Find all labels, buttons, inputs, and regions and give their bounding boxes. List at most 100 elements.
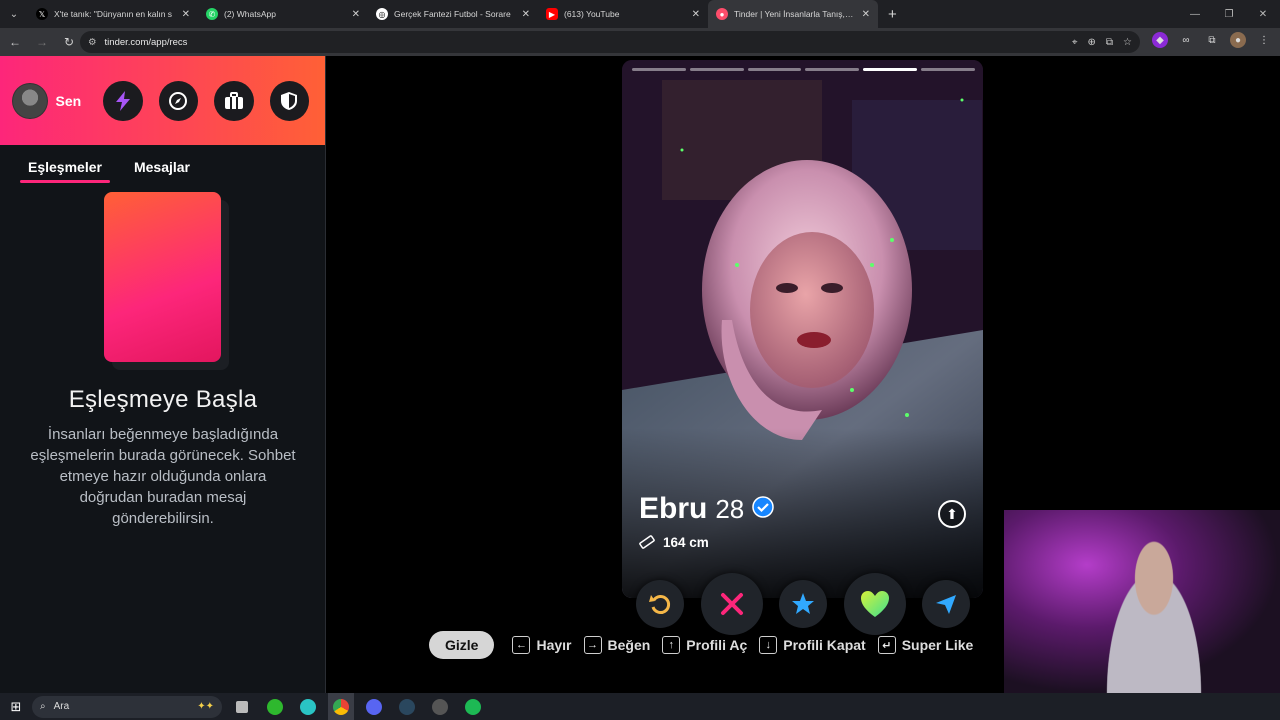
browser-tab[interactable]: ▶ (613) YouTube ✕ [538, 0, 708, 28]
whatsapp-icon: ✆ [206, 8, 218, 20]
close-tab-icon[interactable]: ✕ [352, 9, 360, 20]
work-mode-button[interactable] [214, 80, 254, 121]
profile-height: 164 cm [663, 534, 709, 550]
boost-button[interactable] [103, 80, 143, 121]
safety-button[interactable] [269, 80, 310, 121]
install-app-icon[interactable]: ⧉ [1106, 37, 1113, 48]
streamer-figure [1094, 540, 1214, 693]
x-logo-icon: 𝕏 [36, 8, 48, 20]
profile-height-row: 164 cm [639, 534, 709, 550]
url-field[interactable]: ⚙ tinder.com/app/recs ⌖ ⊕ ⧉ ☆ [80, 31, 1140, 53]
close-window-icon[interactable]: ✕ [1246, 0, 1280, 28]
youtube-icon: ▶ [546, 8, 558, 20]
tab-matches[interactable]: Eşleşmeler [20, 159, 110, 183]
boost-send-button[interactable] [922, 580, 970, 628]
sorare-icon: ◎ [376, 8, 388, 20]
like-button[interactable] [843, 573, 906, 635]
reload-icon[interactable]: ↻ [57, 30, 81, 54]
taskbar-search[interactable]: ⌕ Ara ✦✦ [32, 695, 222, 718]
tab-title: (613) YouTube [564, 9, 620, 19]
close-x-icon [720, 593, 743, 615]
super-like-button[interactable] [779, 580, 827, 628]
restore-icon[interactable]: ❐ [1212, 0, 1246, 28]
tab-messages[interactable]: Mesajlar [134, 159, 190, 180]
menu-icon[interactable]: ⋮ [1256, 32, 1272, 48]
shortcut-nope: ← Hayır [512, 636, 572, 654]
forward-icon[interactable]: → [30, 30, 54, 54]
site-info-icon[interactable]: ⚙ [88, 37, 97, 48]
shortcut-like: → Beğen [583, 636, 650, 654]
obs-icon[interactable] [427, 693, 453, 720]
minimize-icon[interactable]: — [1178, 0, 1212, 28]
avatar[interactable] [12, 82, 48, 119]
rewind-icon [649, 595, 671, 614]
tab-title: X'te tanık: "Dünyanın en kalın s [54, 9, 173, 19]
arrow-left-key-icon: ← [512, 636, 531, 654]
profile-name-row: Ebru 28 [639, 492, 775, 526]
shortcut-label: Profili Kapat [783, 637, 866, 653]
close-tab-icon[interactable]: ✕ [862, 9, 870, 20]
steam-icon[interactable] [394, 693, 420, 720]
close-tab-icon[interactable]: ✕ [182, 9, 190, 20]
task-view-icon[interactable] [229, 693, 255, 720]
browser-tab[interactable]: ◎ Gerçek Fantezi Futbol - Sorare ✕ [368, 0, 538, 28]
tab-title: Gerçek Fantezi Futbol - Sorare [394, 9, 511, 19]
extensions-puzzle-icon[interactable]: ⧉ [1204, 32, 1220, 48]
nope-button[interactable] [700, 573, 763, 635]
location-icon[interactable]: ⌖ [1072, 37, 1078, 48]
window-controls: — ❐ ✕ [1178, 0, 1280, 28]
explore-button[interactable] [158, 80, 199, 121]
address-bar: ← → ↻ ⚙ tinder.com/app/recs ⌖ ⊕ ⧉ ☆ ◆ ∞ … [0, 28, 1280, 56]
browser-tab-active[interactable]: ● Tinder | Yeni İnsanlarla Tanış, Bu ✕ [708, 0, 878, 28]
tinder-icon: ● [716, 8, 728, 20]
spotify-icon[interactable] [460, 693, 486, 720]
arrow-down-key-icon: ↓ [759, 636, 778, 654]
webcam-overlay [1004, 510, 1280, 693]
search-icon: ⌕ [40, 701, 46, 712]
photo-indicator[interactable] [689, 68, 744, 71]
open-profile-button[interactable]: ⬆ [938, 500, 966, 528]
shield-icon [281, 91, 298, 110]
profile-avatar-icon[interactable]: ● [1230, 32, 1246, 48]
chrome-icon[interactable] [328, 693, 354, 720]
tab-title: (2) WhatsApp [224, 9, 276, 19]
briefcase-icon [224, 91, 243, 109]
new-tab-icon[interactable]: + [878, 6, 907, 23]
paper-plane-icon [936, 595, 956, 614]
windows-start-icon[interactable]: ⊞ [0, 693, 32, 720]
close-tab-icon[interactable]: ✕ [692, 9, 700, 20]
app-teal-icon[interactable] [295, 693, 321, 720]
shortcut-label: Hayır [536, 637, 572, 653]
sparkle-icon: ✦✦ [197, 701, 214, 712]
extension-icon[interactable]: ◆ [1152, 32, 1168, 48]
bookmark-star-icon[interactable]: ☆ [1123, 37, 1132, 48]
ruler-icon [639, 535, 655, 549]
arrow-right-key-icon: → [583, 636, 602, 654]
extension-icon[interactable]: ∞ [1178, 32, 1194, 48]
profile-label[interactable]: Sen [56, 93, 82, 109]
photo-indicator[interactable] [747, 68, 802, 71]
discord-icon[interactable] [361, 693, 387, 720]
profile-card[interactable]: Ebru 28 164 cm ⬆ [622, 60, 983, 598]
close-tab-icon[interactable]: ✕ [522, 9, 530, 20]
browser-tab[interactable]: ✆ (2) WhatsApp ✕ [198, 0, 368, 28]
action-buttons [636, 572, 970, 636]
zoom-icon[interactable]: ⊕ [1088, 37, 1096, 48]
empty-description: İnsanları beğenmeye başladığında eşleşme… [30, 426, 296, 527]
photo-indicator-active[interactable] [863, 68, 918, 71]
arrow-up-key-icon: ↑ [662, 636, 681, 654]
photo-indicator[interactable] [632, 68, 686, 71]
tab-search-icon[interactable]: ⌄ [0, 0, 28, 28]
tab-title: Tinder | Yeni İnsanlarla Tanış, Bu [734, 9, 856, 19]
keyboard-shortcuts: Gizle ← Hayır → Beğen ↑ Profili Aç ↓ Pro… [429, 631, 985, 659]
search-placeholder: Ara [53, 701, 70, 712]
browser-tab[interactable]: 𝕏 X'te tanık: "Dünyanın en kalın s ✕ [28, 0, 198, 28]
sidebar: Sen Eşleşmeler Mesajlar Eşleşmeye Başla … [0, 56, 326, 693]
enter-key-icon: ↵ [877, 636, 896, 654]
app-green-icon[interactable] [262, 693, 288, 720]
hide-shortcuts-button[interactable]: Gizle [429, 631, 495, 659]
rewind-button[interactable] [636, 580, 684, 628]
photo-indicator[interactable] [805, 68, 860, 71]
photo-indicator[interactable] [921, 68, 975, 71]
back-icon[interactable]: ← [3, 30, 27, 54]
